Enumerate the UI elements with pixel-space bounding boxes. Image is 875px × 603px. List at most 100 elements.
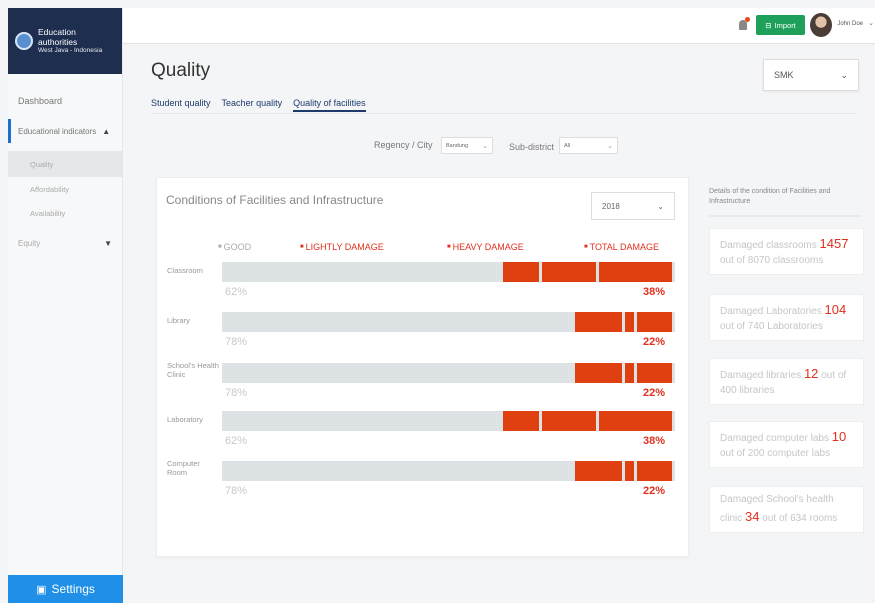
avatar[interactable] bbox=[810, 13, 832, 37]
detail-suffix: out of 740 Laboratories bbox=[720, 320, 823, 332]
import-button[interactable]: ⊟ Import bbox=[756, 15, 805, 35]
settings-button[interactable]: ▣ Settings bbox=[8, 575, 123, 603]
sidebar-item-affordability[interactable]: Affordability bbox=[8, 177, 122, 201]
good-percent-label: 62% bbox=[225, 435, 248, 447]
detail-card[interactable]: Damaged Laboratories 104 out of 740 Labo… bbox=[709, 294, 864, 342]
stacked-bar[interactable] bbox=[222, 312, 675, 332]
regency-select[interactable]: Bandung ⌄ bbox=[441, 137, 493, 154]
caret-up-icon: ▲ bbox=[102, 126, 111, 136]
bell-icon[interactable] bbox=[739, 17, 750, 30]
stacked-bar[interactable] bbox=[222, 363, 675, 383]
detail-suffix: out of 8070 classrooms bbox=[720, 254, 824, 266]
damage-percent-label: 22% bbox=[643, 485, 666, 497]
damage-segment bbox=[502, 411, 540, 431]
damage-segment bbox=[542, 262, 597, 282]
damage-percent-label: 38% bbox=[643, 435, 666, 447]
import-label: Import bbox=[774, 20, 796, 30]
chevron-down-icon: ⌄ bbox=[482, 142, 488, 150]
stacked-bar[interactable] bbox=[222, 411, 675, 431]
legend-label: LIGHTLY DAMAGE bbox=[305, 242, 384, 252]
detail-card[interactable]: Damaged School's health clinic 34 out of… bbox=[709, 486, 864, 534]
row-label: Computer Room bbox=[167, 459, 200, 478]
top-bar: ⊟ Import John Doe ⌄ bbox=[123, 8, 875, 44]
tab-teacher-quality[interactable]: Teacher quality bbox=[222, 98, 283, 112]
damage-segment bbox=[575, 312, 623, 332]
damage-segment bbox=[542, 411, 597, 431]
details-title: Details of the condition of Facilities a… bbox=[709, 188, 831, 206]
settings-label: Settings bbox=[51, 582, 95, 596]
damage-segment bbox=[637, 461, 672, 481]
legend-total-damage: ■ TOTAL DAMAGE bbox=[584, 242, 659, 252]
row-label: School's Health Clinic bbox=[167, 361, 219, 380]
legend-good: ■ GOOD bbox=[218, 242, 251, 252]
tabs: Student quality Teacher quality Quality … bbox=[151, 98, 366, 112]
sidebar-item-equity[interactable]: Equity ▼ bbox=[8, 231, 122, 255]
legend-label: GOOD bbox=[223, 242, 252, 252]
sidebar-item-educational-indicators[interactable]: Educational indicators ▲ bbox=[8, 119, 122, 143]
legend-swatch: ■ bbox=[218, 244, 222, 250]
damage-segment bbox=[502, 262, 540, 282]
row-label: Laboratory bbox=[167, 415, 203, 424]
sidebar: Education authorities West Java - Indone… bbox=[8, 8, 123, 603]
regency-label: Regency / City bbox=[374, 140, 433, 150]
good-percent-label: 78% bbox=[225, 336, 248, 348]
detail-count: 12 bbox=[803, 366, 819, 381]
legend-swatch: ■ bbox=[447, 244, 451, 250]
tab-student-quality[interactable]: Student quality bbox=[151, 98, 211, 112]
chevron-down-icon: ⌄ bbox=[607, 142, 613, 150]
damage-segment bbox=[637, 363, 672, 383]
level-value: SMK bbox=[774, 70, 794, 80]
damage-segment bbox=[625, 312, 635, 332]
import-icon: ⊟ bbox=[765, 20, 772, 30]
damage-segment bbox=[599, 262, 672, 282]
legend-swatch: ■ bbox=[300, 244, 304, 250]
detail-count: 10 bbox=[831, 429, 847, 444]
stacked-bar[interactable] bbox=[222, 262, 675, 282]
damage-percent-label: 22% bbox=[643, 336, 666, 348]
subdistrict-value: All bbox=[564, 142, 571, 149]
detail-prefix: Damaged computer labs bbox=[720, 433, 829, 444]
detail-suffix: out of 200 computer labs bbox=[720, 447, 831, 459]
damage-segment bbox=[575, 363, 623, 383]
detail-count: 104 bbox=[824, 302, 847, 317]
legend-lightly-damage: ■ LIGHTLY DAMAGE bbox=[300, 242, 384, 252]
level-select[interactable]: SMK ⌄ bbox=[763, 59, 859, 91]
good-percent-label: 78% bbox=[225, 485, 248, 497]
tab-quality-of-facilities[interactable]: Quality of facilities bbox=[293, 98, 366, 112]
user-name[interactable]: John Doe bbox=[837, 21, 863, 27]
legend-label: HEAVY DAMAGE bbox=[452, 242, 524, 252]
row-label: Classroom bbox=[167, 266, 203, 275]
detail-card[interactable]: Damaged classrooms 1457 out of 8070 clas… bbox=[709, 228, 864, 276]
detail-card[interactable]: Damaged computer labs 10 out of 200 comp… bbox=[709, 421, 864, 469]
gear-icon: ▣ bbox=[36, 583, 47, 596]
chevron-down-icon[interactable]: ⌄ bbox=[868, 19, 874, 27]
year-select[interactable]: 2018 ⌄ bbox=[591, 192, 675, 220]
damage-percent-label: 38% bbox=[643, 286, 666, 298]
stacked-bar[interactable] bbox=[222, 461, 675, 481]
brand-subtitle: West Java - Indonesia bbox=[38, 47, 103, 55]
good-percent-label: 78% bbox=[225, 387, 248, 399]
detail-prefix: Damaged classrooms bbox=[720, 240, 817, 251]
tabs-divider bbox=[151, 113, 857, 114]
brand-title: Education authorities bbox=[38, 26, 78, 48]
subdistrict-label: Sub-district bbox=[509, 142, 555, 152]
chevron-down-icon: ⌄ bbox=[840, 69, 848, 80]
year-value: 2018 bbox=[602, 201, 620, 211]
damage-segment bbox=[637, 312, 672, 332]
facilities-chart-card: Conditions of Facilities and Infrastruct… bbox=[156, 177, 689, 557]
page-title: Quality bbox=[151, 60, 211, 81]
sidebar-item-availability[interactable]: Availability bbox=[8, 201, 122, 225]
detail-prefix: Damaged Laboratories bbox=[720, 306, 822, 317]
row-label: Library bbox=[167, 316, 190, 325]
detail-card[interactable]: Damaged libraries 12 out of 400 librarie… bbox=[709, 358, 864, 406]
chart-title: Conditions of Facilities and Infrastruct… bbox=[166, 193, 384, 207]
legend-heavy-damage: ■ HEAVY DAMAGE bbox=[447, 242, 524, 252]
sidebar-item-dashboard[interactable]: Dashboard bbox=[8, 89, 122, 113]
damage-segment bbox=[599, 411, 672, 431]
sidebar-item-label: Equity bbox=[18, 238, 41, 248]
subdistrict-select[interactable]: All ⌄ bbox=[559, 137, 618, 154]
education-logo-icon bbox=[15, 32, 33, 50]
sidebar-item-quality[interactable]: Quality bbox=[8, 151, 122, 177]
detail-prefix: Damaged libraries bbox=[720, 370, 802, 381]
brand-header[interactable]: Education authorities West Java - Indone… bbox=[8, 8, 122, 74]
